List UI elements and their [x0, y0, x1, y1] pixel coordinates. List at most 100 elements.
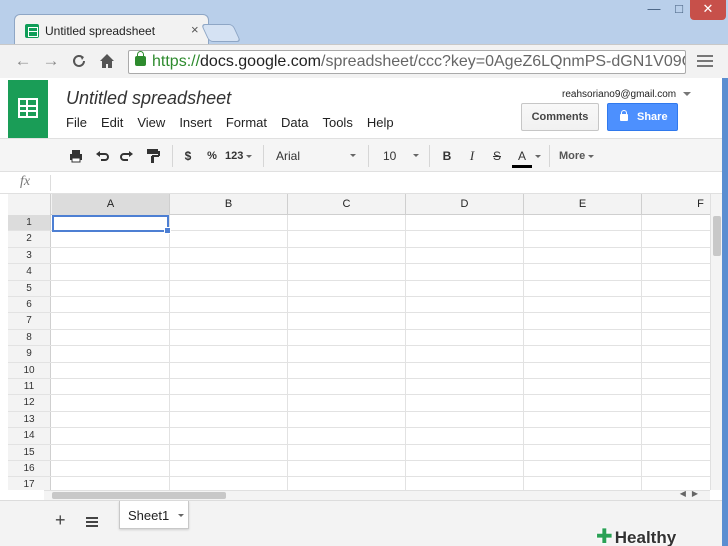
paint-format-icon[interactable]	[143, 146, 163, 166]
cell-c3[interactable]	[288, 247, 406, 264]
cell-c10[interactable]	[288, 362, 406, 378]
menu-data[interactable]: Data	[281, 115, 308, 130]
account-email[interactable]: reahsoriano9@gmail.com	[562, 89, 676, 100]
vertical-scroll-thumb[interactable]	[713, 216, 721, 256]
cell-c11[interactable]	[288, 379, 406, 395]
cell-f9[interactable]	[642, 346, 710, 361]
spreadsheet-grid[interactable]: ABCDEF 1 2 3 4 5 6 7 8 9 10 11 12 13 14 15 16 17	[8, 194, 710, 490]
cell-a13[interactable]	[52, 411, 170, 428]
cell-c16[interactable]	[288, 461, 406, 477]
scroll-arrows-icon[interactable]: ◀▶	[680, 489, 704, 498]
cell-c17[interactable]	[288, 477, 406, 490]
sheet-tab-caret-icon[interactable]	[178, 514, 184, 517]
more-button[interactable]: More	[559, 146, 605, 166]
text-color-button[interactable]: A	[512, 146, 544, 168]
cell-f5[interactable]	[642, 281, 710, 296]
cell-d4[interactable]	[406, 264, 524, 280]
row-header-4[interactable]: 4	[8, 264, 51, 280]
cell-b8[interactable]	[170, 329, 288, 346]
cell-b9[interactable]	[170, 346, 288, 362]
cell-e10[interactable]	[524, 362, 642, 378]
active-cell-selection[interactable]	[52, 215, 171, 234]
cell-e16[interactable]	[524, 461, 642, 477]
tab-close-icon[interactable]: ×	[191, 22, 199, 37]
cell-d14[interactable]	[406, 428, 524, 444]
percent-format-button[interactable]: %	[203, 146, 221, 166]
cell-d9[interactable]	[406, 346, 524, 362]
back-arrow-icon[interactable]: ←	[12, 51, 34, 73]
cell-c2[interactable]	[288, 231, 406, 247]
cell-f3[interactable]	[642, 248, 710, 263]
cell-d13[interactable]	[406, 411, 524, 428]
document-title[interactable]: Untitled spreadsheet	[66, 88, 231, 109]
cell-e6[interactable]	[524, 297, 642, 313]
cell-c14[interactable]	[288, 428, 406, 444]
menu-insert[interactable]: Insert	[179, 115, 212, 130]
add-sheet-button[interactable]: +	[55, 510, 66, 531]
row-header-1[interactable]: 1	[8, 215, 51, 231]
cell-f13[interactable]	[642, 412, 710, 427]
cell-e2[interactable]	[524, 231, 642, 247]
column-header-c[interactable]: C	[288, 194, 406, 215]
row-header-14[interactable]: 14	[8, 428, 51, 444]
menu-file[interactable]: File	[66, 115, 87, 130]
row-header-10[interactable]: 10	[8, 362, 51, 378]
cell-e13[interactable]	[524, 411, 642, 428]
minimize-button[interactable]: —	[640, 0, 668, 20]
menu-tools[interactable]: Tools	[322, 115, 352, 130]
cell-a9[interactable]	[52, 346, 170, 362]
cell-a3[interactable]	[52, 247, 170, 264]
cell-d1[interactable]	[406, 215, 524, 231]
cell-c5[interactable]	[288, 280, 406, 296]
cell-a2[interactable]	[52, 231, 170, 247]
cell-d11[interactable]	[406, 379, 524, 395]
cell-d2[interactable]	[406, 231, 524, 247]
row-header-3[interactable]: 3	[8, 247, 51, 264]
cell-e12[interactable]	[524, 395, 642, 411]
cell-a17[interactable]	[52, 477, 170, 490]
row-header-15[interactable]: 15	[8, 444, 51, 460]
sheets-logo[interactable]	[8, 80, 48, 138]
row-header-5[interactable]: 5	[8, 280, 51, 296]
row-header-6[interactable]: 6	[8, 297, 51, 313]
cell-c15[interactable]	[288, 444, 406, 460]
row-header-7[interactable]: 7	[8, 313, 51, 329]
cell-a15[interactable]	[52, 444, 170, 460]
cell-b10[interactable]	[170, 362, 288, 378]
redo-icon[interactable]	[117, 146, 137, 166]
cell-e15[interactable]	[524, 444, 642, 460]
row-header-9[interactable]: 9	[8, 346, 51, 362]
cell-a5[interactable]	[52, 280, 170, 296]
cell-f7[interactable]	[642, 313, 710, 328]
cell-b15[interactable]	[170, 444, 288, 460]
cell-b14[interactable]	[170, 428, 288, 444]
cell-c6[interactable]	[288, 297, 406, 313]
cell-b16[interactable]	[170, 461, 288, 477]
currency-format-button[interactable]: $	[180, 146, 196, 166]
cell-a8[interactable]	[52, 329, 170, 346]
column-header-f[interactable]: F	[642, 194, 710, 215]
cell-b17[interactable]	[170, 477, 288, 490]
cell-b5[interactable]	[170, 280, 288, 296]
cell-c7[interactable]	[288, 313, 406, 329]
cell-c4[interactable]	[288, 264, 406, 280]
browser-menu-icon[interactable]	[694, 52, 716, 72]
cell-f11[interactable]	[642, 379, 710, 394]
close-window-button[interactable]: ✕	[690, 0, 726, 20]
cell-f12[interactable]	[642, 395, 710, 410]
cell-d7[interactable]	[406, 313, 524, 329]
cell-d16[interactable]	[406, 461, 524, 477]
menu-format[interactable]: Format	[226, 115, 267, 130]
cell-b1[interactable]	[170, 215, 288, 231]
browser-tab[interactable]: Untitled spreadsheet ×	[14, 14, 209, 44]
cell-b12[interactable]	[170, 395, 288, 411]
select-all-corner[interactable]	[8, 194, 51, 215]
cell-d10[interactable]	[406, 362, 524, 378]
cell-a4[interactable]	[52, 264, 170, 280]
all-sheets-list-icon[interactable]	[86, 517, 98, 527]
cell-e4[interactable]	[524, 264, 642, 280]
address-bar[interactable]: https://docs.google.com/spreadsheet/ccc?…	[128, 50, 686, 74]
cell-e1[interactable]	[524, 215, 642, 231]
undo-icon[interactable]	[92, 146, 112, 166]
menu-edit[interactable]: Edit	[101, 115, 123, 130]
